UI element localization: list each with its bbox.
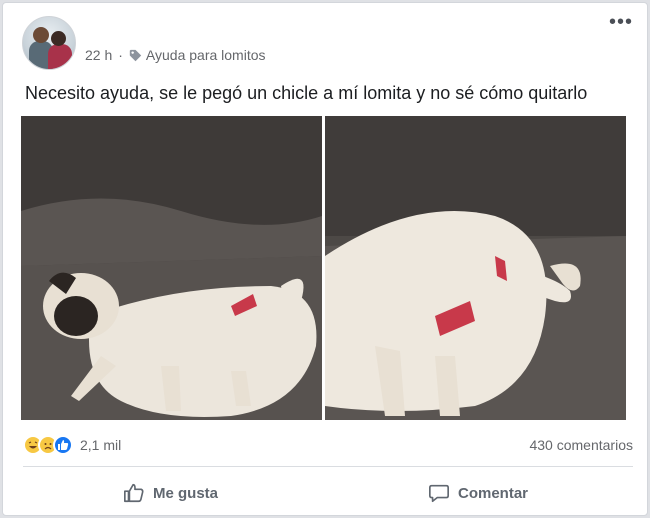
group-tag-link[interactable]: Ayuda para lomitos: [146, 47, 266, 63]
divider: [23, 466, 633, 467]
photo-pug-full[interactable]: [21, 116, 322, 420]
post-timestamp[interactable]: 22 h: [85, 47, 112, 63]
comment-label: Comentar: [458, 484, 529, 502]
reactions-summary[interactable]: 2,1 mil: [23, 435, 121, 455]
thumbs-up-icon: [124, 483, 144, 503]
comment-bubble-icon: [429, 484, 449, 503]
comment-button[interactable]: Comentar: [428, 479, 528, 507]
like-icon: [53, 435, 73, 455]
post-meta: 22 h · Ayuda para lomitos: [85, 47, 266, 63]
comments-count-link[interactable]: 430 comentarios: [529, 437, 633, 453]
photo-grid: [21, 116, 626, 420]
more-options-icon[interactable]: •••: [609, 12, 633, 32]
like-label: Me gusta: [153, 484, 219, 502]
post-text: Necesito ayuda, se le pegó un chicle a m…: [25, 83, 588, 103]
meta-separator: ·: [118, 47, 123, 63]
tag-icon: [129, 49, 142, 61]
like-button[interactable]: Me gusta: [123, 479, 218, 507]
avatar[interactable]: [22, 16, 76, 70]
photo-pug-closeup[interactable]: [325, 116, 626, 420]
post-card: ••• 22 h · Ayuda para lomitos Necesito a…: [2, 2, 648, 516]
reaction-count: 2,1 mil: [80, 437, 122, 453]
